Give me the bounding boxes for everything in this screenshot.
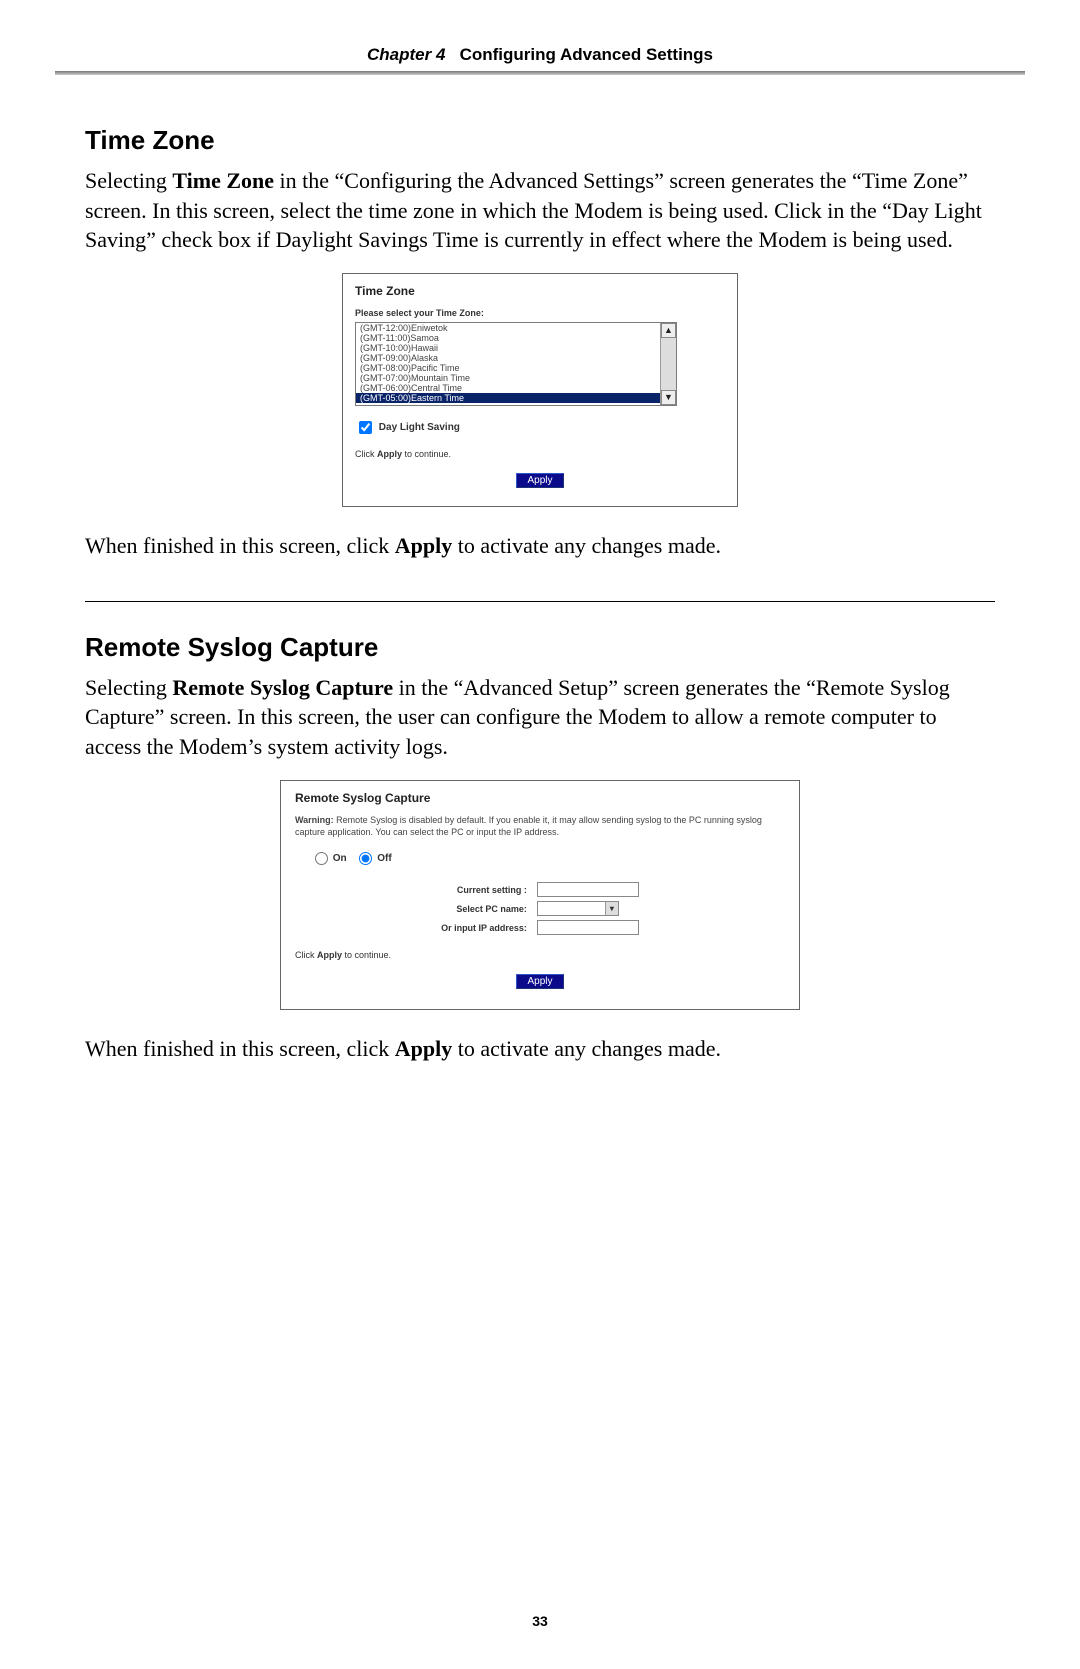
tz-option[interactable]: (GMT-12:00)Eniwetok bbox=[360, 323, 659, 333]
tz-shot-title: Time Zone bbox=[355, 284, 725, 298]
sl-apply-button[interactable]: Apply bbox=[516, 974, 563, 989]
page-number: 33 bbox=[0, 1613, 1080, 1629]
tz-apply-button[interactable]: Apply bbox=[516, 473, 563, 488]
chapter-label: Chapter 4 bbox=[367, 45, 445, 64]
sl-field-table: Current setting : Select PC name: ▾ Or i… bbox=[435, 879, 645, 938]
tz-option[interactable]: (GMT-06:00)Central Time bbox=[360, 383, 659, 393]
tz-click-apply-text: Click Apply to continue. bbox=[355, 449, 725, 459]
daylight-saving-checkbox[interactable] bbox=[359, 421, 372, 434]
tz-option[interactable]: (GMT-11:00)Samoa bbox=[360, 333, 659, 343]
tz-shot-prompt: Please select your Time Zone: bbox=[355, 308, 725, 318]
tz-scrollbar[interactable]: ▲ ▼ bbox=[660, 323, 676, 405]
chapter-title: Configuring Advanced Settings bbox=[460, 45, 713, 64]
sl-label-ip: Or input IP address: bbox=[437, 919, 531, 936]
sl-radio-on[interactable] bbox=[315, 852, 328, 865]
tz-listbox[interactable]: (GMT-12:00)Eniwetok (GMT-11:00)Samoa (GM… bbox=[355, 322, 677, 406]
sl-label-pcname: Select PC name: bbox=[437, 900, 531, 917]
sl-current-field bbox=[537, 882, 639, 897]
syslog-paragraph: Selecting Remote Syslog Capture in the “… bbox=[85, 673, 995, 762]
sl-radio-off-label: Off bbox=[377, 853, 391, 864]
sl-radio-off[interactable] bbox=[359, 852, 372, 865]
tz-option[interactable]: (GMT-07:00)Mountain Time bbox=[360, 373, 659, 383]
sl-ip-input[interactable] bbox=[537, 920, 639, 935]
sl-label-current: Current setting : bbox=[437, 881, 531, 898]
sl-pcname-select[interactable]: ▾ bbox=[537, 901, 619, 916]
syslog-after-paragraph: When finished in this screen, click Appl… bbox=[85, 1034, 995, 1064]
sl-radio-row: On Off bbox=[315, 852, 785, 865]
section-heading-syslog: Remote Syslog Capture bbox=[85, 632, 995, 663]
timezone-after-paragraph: When finished in this screen, click Appl… bbox=[85, 531, 995, 561]
scroll-down-icon[interactable]: ▼ bbox=[661, 390, 676, 405]
tz-option[interactable]: (GMT-09:00)Alaska bbox=[360, 353, 659, 363]
page-header: Chapter 4 Configuring Advanced Settings bbox=[85, 45, 995, 65]
tz-option[interactable]: (GMT-08:00)Pacific Time bbox=[360, 363, 659, 373]
tz-option[interactable]: (GMT-10:00)Hawaii bbox=[360, 343, 659, 353]
dropdown-icon[interactable]: ▾ bbox=[605, 902, 618, 915]
sl-click-apply-text: Click Apply to continue. bbox=[295, 950, 785, 960]
header-rule bbox=[55, 71, 1025, 75]
scroll-up-icon[interactable]: ▲ bbox=[661, 323, 676, 338]
syslog-screenshot: Remote Syslog Capture Warning: Remote Sy… bbox=[280, 780, 800, 1010]
sl-radio-on-label: On bbox=[333, 853, 347, 864]
daylight-saving-label: Day Light Saving bbox=[379, 422, 460, 433]
section-divider bbox=[85, 601, 995, 602]
daylight-saving-row: Day Light Saving bbox=[355, 418, 725, 437]
section-heading-timezone: Time Zone bbox=[85, 125, 995, 156]
timezone-screenshot: Time Zone Please select your Time Zone: … bbox=[342, 273, 738, 507]
sl-shot-title: Remote Syslog Capture bbox=[295, 791, 785, 805]
sl-warning: Warning: Remote Syslog is disabled by de… bbox=[295, 815, 785, 838]
tz-option-selected[interactable]: (GMT-05:00)Eastern Time bbox=[356, 393, 660, 403]
timezone-paragraph: Selecting Time Zone in the “Configuring … bbox=[85, 166, 995, 255]
